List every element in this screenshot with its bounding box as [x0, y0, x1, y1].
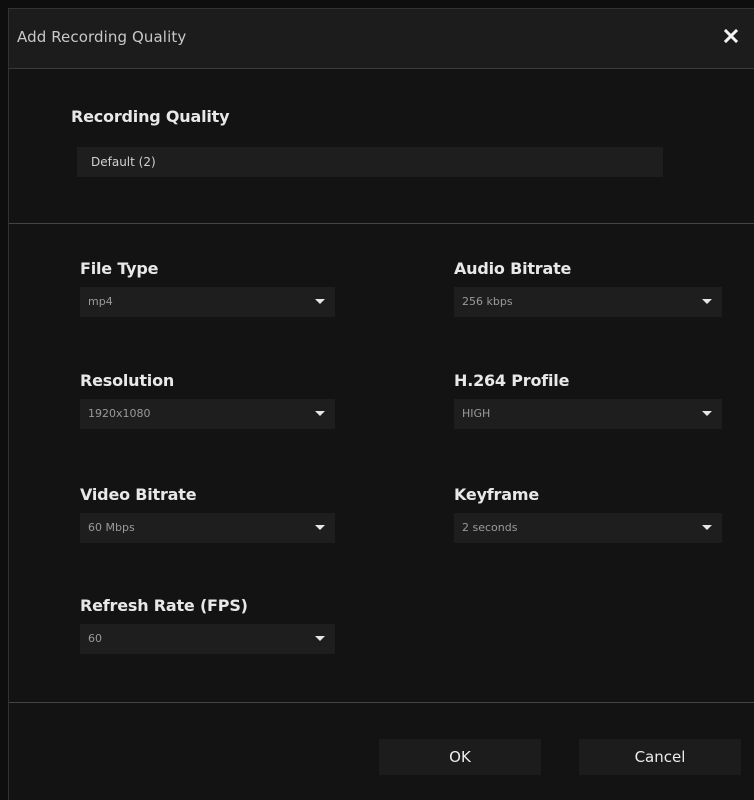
resolution-label: Resolution: [80, 371, 175, 390]
recording-quality-label: Recording Quality: [71, 107, 230, 126]
audio-bitrate-select[interactable]: 256 kbps: [454, 287, 722, 317]
h264-profile-select[interactable]: HIGH: [454, 399, 722, 429]
ok-button[interactable]: OK: [379, 739, 541, 775]
add-recording-quality-dialog: Add Recording Quality Recording Quality …: [8, 8, 754, 800]
file-type-select[interactable]: mp4: [80, 287, 335, 317]
dialog-title: Add Recording Quality: [17, 28, 187, 46]
close-button[interactable]: [718, 23, 744, 49]
chevron-down-icon: [315, 636, 325, 641]
keyframe-label: Keyframe: [454, 485, 539, 504]
video-bitrate-label: Video Bitrate: [80, 485, 197, 504]
dialog-titlebar: Add Recording Quality: [9, 9, 754, 69]
chevron-down-icon: [702, 525, 712, 530]
video-bitrate-select[interactable]: 60 Mbps: [80, 513, 335, 543]
footer-divider: [9, 702, 754, 703]
resolution-value: 1920x1080: [88, 407, 151, 420]
refresh-rate-select[interactable]: 60: [80, 624, 335, 654]
chevron-down-icon: [702, 299, 712, 304]
cancel-button[interactable]: Cancel: [579, 739, 741, 775]
keyframe-select[interactable]: 2 seconds: [454, 513, 722, 543]
recording-quality-name-input[interactable]: [77, 147, 663, 177]
h264-profile-value: HIGH: [462, 407, 491, 420]
refresh-rate-value: 60: [88, 632, 102, 645]
h264-profile-label: H.264 Profile: [454, 371, 570, 390]
chevron-down-icon: [315, 299, 325, 304]
audio-bitrate-label: Audio Bitrate: [454, 259, 572, 278]
close-icon: [724, 29, 738, 43]
chevron-down-icon: [315, 411, 325, 416]
chevron-down-icon: [315, 525, 325, 530]
chevron-down-icon: [702, 411, 712, 416]
refresh-rate-label: Refresh Rate (FPS): [80, 596, 248, 615]
keyframe-value: 2 seconds: [462, 521, 518, 534]
audio-bitrate-value: 256 kbps: [462, 295, 513, 308]
file-type-label: File Type: [80, 259, 159, 278]
resolution-select[interactable]: 1920x1080: [80, 399, 335, 429]
video-bitrate-value: 60 Mbps: [88, 521, 135, 534]
recording-quality-section: Recording Quality: [9, 69, 754, 224]
file-type-value: mp4: [88, 295, 113, 308]
